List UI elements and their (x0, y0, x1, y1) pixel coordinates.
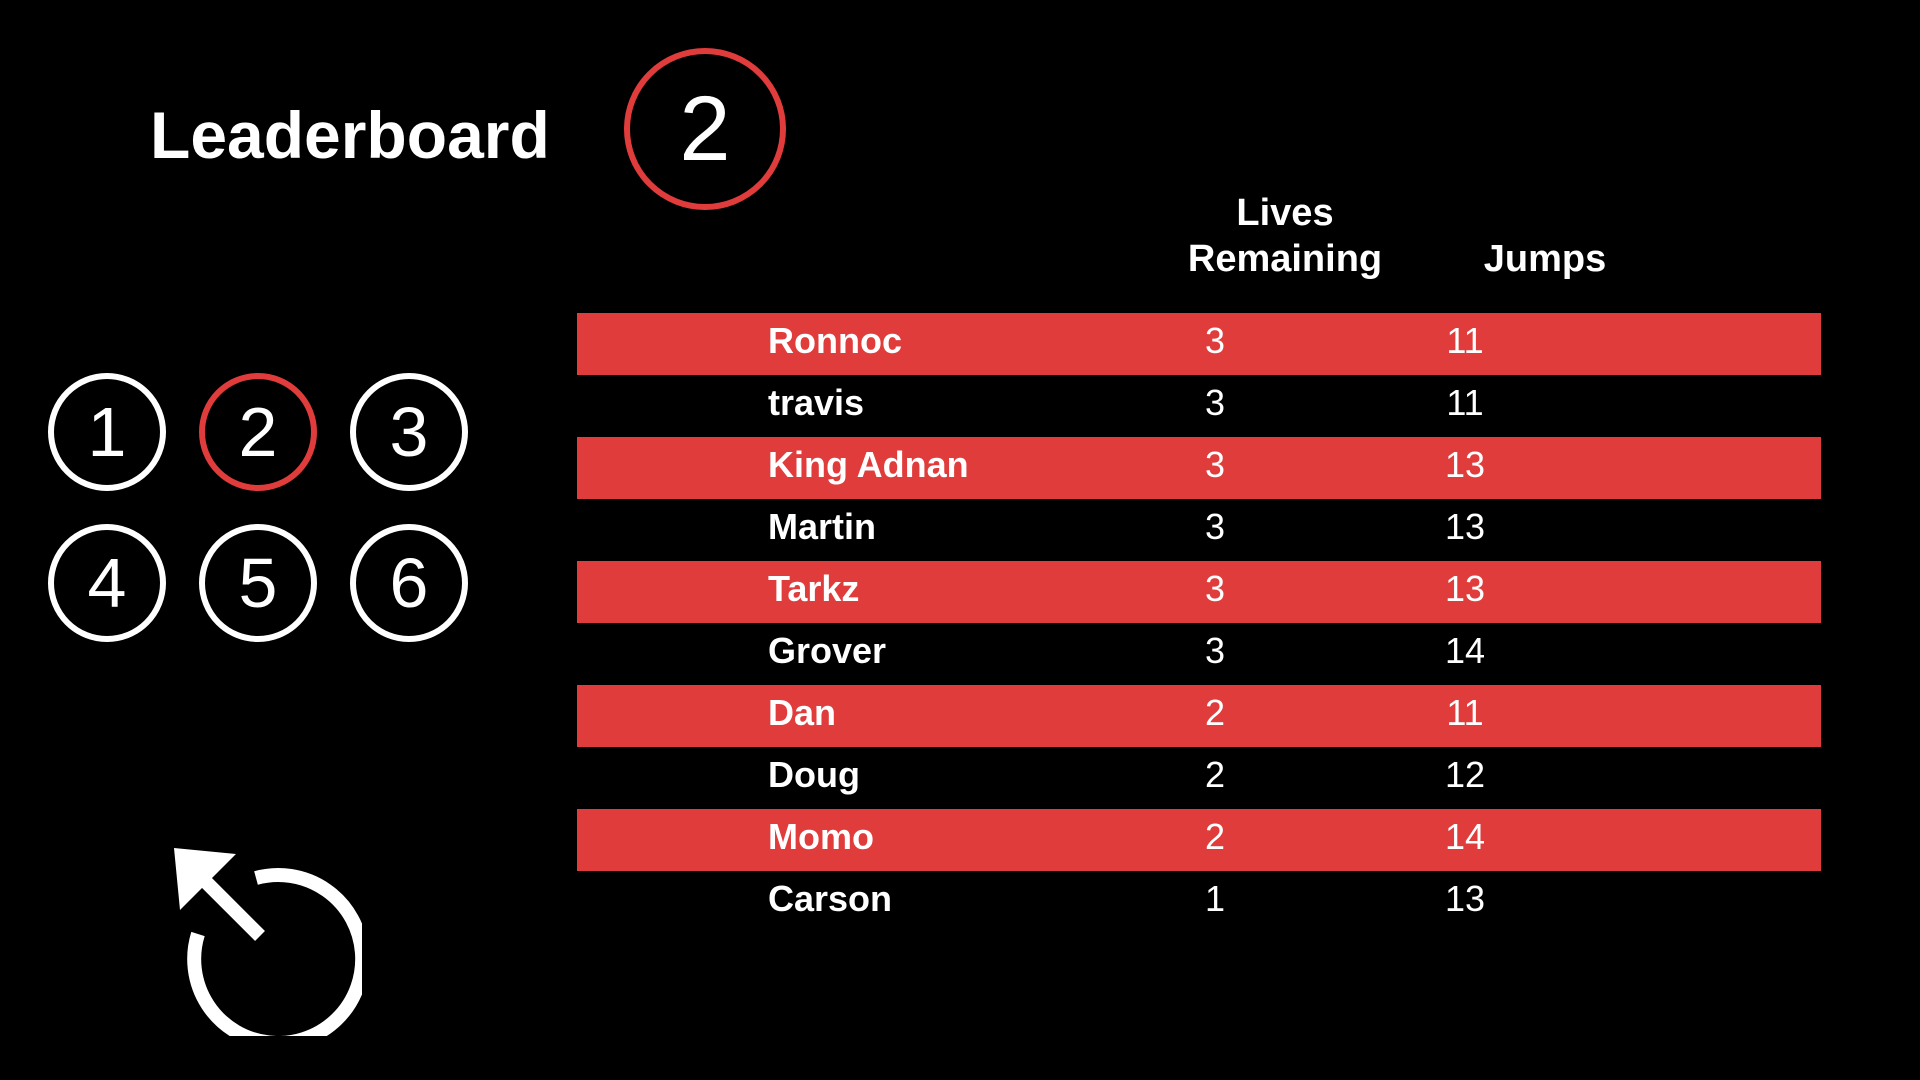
player-name: travis (768, 382, 865, 423)
player-name: Doug (768, 754, 860, 795)
level-button-2[interactable]: 2 (199, 373, 317, 491)
restart-button[interactable] (164, 838, 362, 1036)
table-row: travis 3 11 (577, 375, 1821, 437)
player-name: Carson (768, 878, 893, 919)
level-button-4[interactable]: 4 (48, 524, 166, 642)
player-name: Tarkz (768, 568, 860, 609)
level-button-5[interactable]: 5 (199, 524, 317, 642)
jumps-value: 11 (1446, 382, 1484, 423)
lives-value: 2 (1204, 692, 1226, 733)
page-title: Leaderboard (150, 98, 550, 172)
jumps-value: 13 (1444, 568, 1486, 609)
player-name: Grover (768, 630, 887, 671)
table-row: Tarkz 3 13 (577, 561, 1821, 623)
lives-value: 3 (1204, 630, 1226, 671)
table-row: Momo 2 14 (577, 809, 1821, 871)
jumps-value: 13 (1444, 878, 1486, 919)
table-row: Grover 3 14 (577, 623, 1821, 685)
jumps-value: 12 (1444, 754, 1486, 795)
lives-value: 3 (1204, 320, 1226, 361)
lives-value: 3 (1204, 444, 1226, 485)
column-header-lives-remaining: Lives Remaining (1160, 190, 1410, 282)
level-selector: 1 2 3 4 5 6 (48, 373, 470, 645)
player-name: Ronnoc (768, 320, 902, 361)
lives-value: 2 (1204, 816, 1226, 857)
table-row: Dan 2 11 (577, 685, 1821, 747)
jumps-value: 13 (1444, 444, 1486, 485)
player-name: Martin (768, 506, 876, 547)
level-button-1[interactable]: 1 (48, 373, 166, 491)
jumps-value: 11 (1446, 320, 1484, 361)
player-name: Momo (768, 816, 874, 857)
leaderboard-table: Ronnoc 3 11 travis 3 11 King Adnan 3 13 … (577, 313, 1821, 933)
player-name: King Adnan (768, 444, 969, 485)
jumps-value: 11 (1446, 692, 1484, 733)
player-name: Dan (768, 692, 837, 733)
column-header-lives-line1: Lives (1236, 192, 1334, 234)
lives-value: 3 (1204, 506, 1226, 547)
jumps-value: 14 (1444, 630, 1486, 671)
column-header-jumps: Jumps (1483, 238, 1607, 280)
table-row: King Adnan 3 13 (577, 437, 1821, 499)
lives-value: 2 (1204, 754, 1226, 795)
jumps-value: 13 (1444, 506, 1486, 547)
level-button-6[interactable]: 6 (350, 524, 468, 642)
lives-value: 3 (1204, 568, 1226, 609)
table-row: Doug 2 12 (577, 747, 1821, 809)
table-row: Martin 3 13 (577, 499, 1821, 561)
jumps-value: 14 (1444, 816, 1486, 857)
table-row: Ronnoc 3 11 (577, 313, 1821, 375)
lives-value: 3 (1204, 382, 1226, 423)
lives-value: 1 (1204, 878, 1226, 919)
restart-icon (174, 848, 362, 1036)
current-level-badge: 2 (624, 48, 786, 210)
column-header-lives-line2: Remaining (1187, 238, 1383, 280)
table-row: Carson 1 13 (577, 871, 1821, 933)
level-button-3[interactable]: 3 (350, 373, 468, 491)
